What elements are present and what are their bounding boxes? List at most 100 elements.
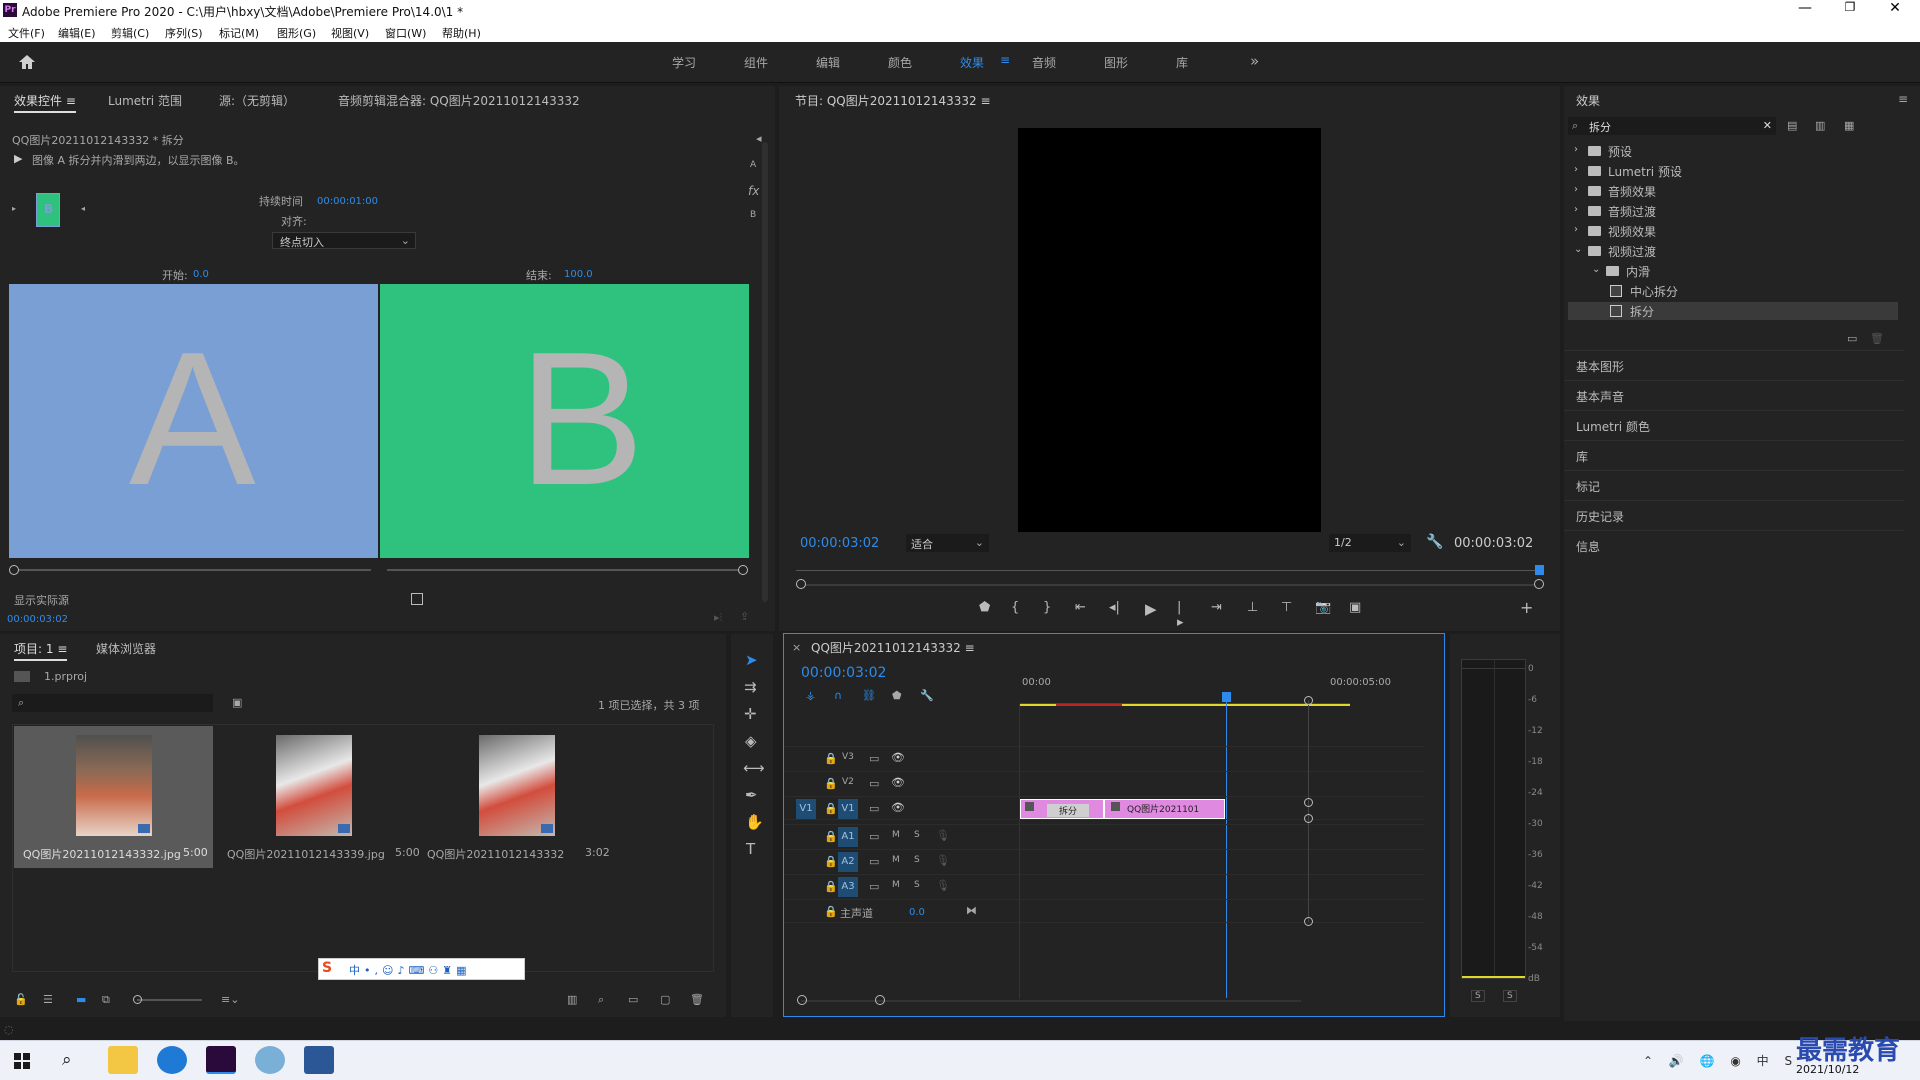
effects-search-box[interactable]: ⌕ 拆分 ✕ <box>1568 117 1776 135</box>
chevron-right-icon[interactable]: › <box>1574 204 1578 215</box>
menu-help[interactable]: 帮助(H) <box>442 25 481 41</box>
add-marker-icon[interactable]: ⬟ <box>979 600 990 615</box>
align-dropdown[interactable]: 终点切入 ⌄ <box>272 232 416 249</box>
mic-icon[interactable]: 🎙 <box>936 854 950 867</box>
chevron-right-icon[interactable]: › <box>1574 144 1578 155</box>
close-sequence-icon[interactable]: × <box>792 641 801 654</box>
add-marker-icon[interactable]: ⬟ <box>892 689 902 702</box>
find-icon[interactable]: ⌕ <box>598 993 604 1007</box>
track-target-a3[interactable]: A3 <box>838 877 858 897</box>
transition-clip[interactable]: 拆分 <box>1020 799 1104 819</box>
32bit-effects-icon[interactable]: ▥ <box>1815 119 1825 132</box>
zoom-slider[interactable] <box>137 999 202 1001</box>
list-view-icon[interactable]: ☰ <box>43 993 53 1006</box>
menu-file[interactable]: 文件(F) <box>8 25 45 41</box>
zoom-handle-left[interactable] <box>796 579 806 589</box>
menu-marker[interactable]: 标记(M) <box>219 25 259 41</box>
chevron-right-icon[interactable]: › <box>1574 164 1578 175</box>
ws-learn[interactable]: 学习 <box>672 54 696 71</box>
chevron-down-icon[interactable]: ⌄ <box>1574 244 1582 255</box>
start-slider[interactable] <box>11 569 371 571</box>
effects-tree-item[interactable]: › Lumetri 预设 <box>1568 162 1898 180</box>
thumbnail-prev-icon[interactable]: ▸ <box>12 204 16 213</box>
ws-graphics[interactable]: 图形 <box>1104 54 1128 71</box>
settings-wrench-icon[interactable]: 🔧 <box>1426 534 1443 550</box>
audio-vscroll-handle-bottom[interactable] <box>1304 917 1313 926</box>
lock-icon[interactable]: 🔒 <box>824 830 838 843</box>
project-item[interactable]: QQ图片20211012143332 3:02 <box>418 726 617 868</box>
source-patch-v1[interactable]: V1 <box>796 799 816 819</box>
tray-icons[interactable]: ⌃ 🔊 🌐 ◉ 中 S <box>1643 1052 1798 1069</box>
chevron-right-icon[interactable]: › <box>1574 184 1578 195</box>
start-value[interactable]: 0.0 <box>193 269 209 280</box>
new-search-bin-icon[interactable]: ▣ <box>232 696 242 709</box>
mic-icon[interactable]: 🎙 <box>936 829 950 842</box>
program-ruler[interactable] <box>796 570 1541 571</box>
tab-media-browser[interactable]: 媒体浏览器 <box>96 640 156 657</box>
delete-icon[interactable]: 🗑 <box>1870 332 1884 345</box>
duration-value[interactable]: 00:00:01:00 <box>317 196 378 207</box>
lock-icon[interactable]: 🔒 <box>824 802 838 815</box>
mute-button[interactable]: M <box>892 855 900 865</box>
ws-editing[interactable]: 编辑 <box>816 54 840 71</box>
effects-tree-item[interactable]: › 音频效果 <box>1568 182 1898 200</box>
end-value[interactable]: 100.0 <box>564 269 593 280</box>
clear-search-icon[interactable]: ✕ <box>1763 119 1772 132</box>
collapse-arrow-icon[interactable]: ◂ <box>756 132 762 145</box>
timeline-ruler[interactable] <box>1020 694 1350 704</box>
more-workspaces-icon[interactable]: » <box>1250 52 1259 70</box>
sync-lock-icon[interactable]: ▭ <box>869 777 879 790</box>
automate-to-sequence-icon[interactable]: ▥ <box>567 993 577 1006</box>
panel-menu-icon[interactable]: ≡ <box>1898 92 1908 106</box>
tab-audio-clip-mixer[interactable]: 音频剪辑混合器: QQ图片20211012143332 <box>338 92 580 109</box>
sync-lock-icon[interactable]: ▭ <box>869 802 879 815</box>
ws-assembly[interactable]: 组件 <box>744 54 768 71</box>
scrollbar[interactable] <box>762 142 768 602</box>
browser-taskbar-icon[interactable] <box>255 1046 285 1074</box>
lock-icon[interactable]: 🔒 <box>824 777 838 790</box>
export-frame-icon[interactable]: 📷 <box>1315 600 1331 615</box>
word-taskbar-icon[interactable] <box>304 1046 334 1074</box>
restore-button[interactable]: ❐ <box>1835 0 1865 22</box>
new-bin-icon[interactable]: ▭ <box>1847 332 1857 345</box>
effects-section-header[interactable]: 库 <box>1564 440 1904 470</box>
quality-dropdown[interactable]: 1/2 ⌄ <box>1329 534 1411 552</box>
master-volume[interactable]: 0.0 <box>909 907 925 918</box>
home-icon[interactable] <box>18 54 36 70</box>
tab-source[interactable]: 源:（无剪辑） <box>219 92 295 109</box>
vscroll-handle-top[interactable] <box>1304 696 1313 705</box>
effects-tree-item[interactable]: 拆分 <box>1568 302 1898 320</box>
program-playhead[interactable] <box>1535 565 1544 575</box>
effects-tree-item[interactable]: 中心拆分 <box>1568 282 1898 300</box>
timeline-timecode[interactable]: 00:00:03:02 <box>801 665 886 681</box>
sync-lock-icon[interactable]: ▭ <box>869 830 879 843</box>
play-icon[interactable]: ▶ <box>1145 600 1157 618</box>
new-bin-icon[interactable]: ▭ <box>628 993 638 1006</box>
show-actual-sources-checkbox[interactable] <box>411 593 423 605</box>
mic-icon[interactable]: 🎙 <box>936 879 950 892</box>
lock-icon[interactable]: 🔒 <box>824 855 838 868</box>
menu-window[interactable]: 窗口(W) <box>385 25 426 41</box>
thumbnail-next-icon[interactable]: ◂ <box>81 204 85 213</box>
sync-lock-icon[interactable]: ▭ <box>869 880 879 893</box>
edge-browser-icon[interactable] <box>157 1046 187 1074</box>
yuv-effects-icon[interactable]: ▦ <box>1844 119 1854 132</box>
end-slider-handle[interactable] <box>738 565 748 575</box>
effects-section-header[interactable]: 信息 <box>1564 530 1904 560</box>
panel-menu-icon[interactable]: ≡ <box>66 94 76 108</box>
compare-view-icon[interactable]: ▣ <box>1349 600 1361 615</box>
end-slider[interactable] <box>387 569 747 571</box>
tab-effect-controls[interactable]: 效果控件 ≡ <box>14 92 76 113</box>
accelerated-effects-icon[interactable]: ▤ <box>1787 119 1797 132</box>
sync-lock-icon[interactable]: ▭ <box>869 752 879 765</box>
razor-tool-icon[interactable]: ◈ <box>745 732 757 750</box>
button-editor-icon[interactable]: + <box>1520 598 1533 617</box>
go-to-edit-icon[interactable]: ⧓ <box>966 904 977 917</box>
lock-icon[interactable]: 🔒 <box>824 880 838 893</box>
ws-color[interactable]: 颜色 <box>888 54 912 71</box>
ws-libraries[interactable]: 库 <box>1176 54 1188 71</box>
solo-right-button[interactable]: S <box>1503 990 1517 1002</box>
selection-tool-icon[interactable]: ➤ <box>745 651 758 669</box>
search-icon[interactable]: ⌕ <box>62 1050 72 1070</box>
project-search-box[interactable]: ⌕ <box>12 694 213 712</box>
